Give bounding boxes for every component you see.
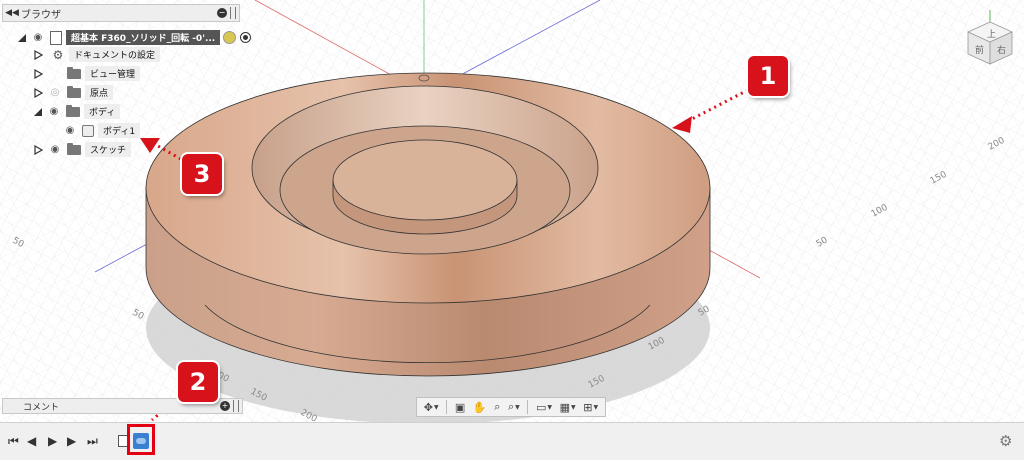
toolbar-separator (527, 400, 529, 414)
tree-item-bodies[interactable]: ◉ ボディ (30, 103, 121, 120)
viewports-icon[interactable]: ⊞ ▼ (583, 401, 598, 414)
view-cube[interactable]: 上 前 右 (960, 8, 1020, 68)
navigation-toolbar: ✥ ▼ ▣ ✋ ⌕ ⌕ ▼ ▭ ▼ ▦ ▼ ⊞ ▼ (416, 397, 606, 417)
expand-down-icon[interactable] (18, 33, 26, 42)
zoom-icon[interactable]: ⌕ (494, 400, 500, 414)
activate-radio-icon[interactable] (240, 32, 252, 43)
fit-icon[interactable]: ⌕ ▼ (508, 400, 520, 414)
step-forward-icon[interactable]: ▶ (67, 434, 76, 448)
highlight-box (127, 424, 155, 455)
expand-right-icon[interactable] (34, 49, 43, 60)
tree-root-component[interactable]: ◉ 超基本 F360_ソリッド_回転 -0'... (14, 29, 252, 46)
display-settings-icon[interactable]: ▭ ▼ (536, 401, 552, 414)
eye-icon[interactable]: ◉ (46, 106, 62, 117)
viewport-scene[interactable]: 200 150 100 50 50 50 100 150 200 50 100 … (0, 0, 1024, 422)
go-to-start-icon[interactable]: ⏮ (8, 434, 19, 448)
tree-item-body1[interactable]: ◉ ボディ1 (62, 122, 141, 139)
callout-badge-2: 2 (178, 362, 218, 402)
orbit-icon[interactable]: ✥ ▼ (424, 401, 439, 414)
pan-icon[interactable]: ✋ (473, 401, 487, 414)
grid-settings-icon[interactable]: ▦ ▼ (560, 401, 576, 414)
folder-icon (67, 85, 81, 98)
tree-item-label: ボディ (84, 104, 121, 119)
step-back-icon[interactable]: ◀ (27, 434, 36, 448)
folder-icon (67, 66, 81, 79)
tree-item-label: ボディ1 (98, 123, 141, 138)
browser-title: ブラウザ (21, 9, 61, 21)
tree-item-label: 原点 (85, 85, 114, 100)
viewcube-front-label[interactable]: 前 (975, 44, 984, 56)
gear-icon: ⚙ (52, 47, 64, 62)
tree-item-label: スケッチ (85, 142, 132, 157)
folder-icon (66, 104, 80, 117)
tree-item-document-settings[interactable]: ⚙ ドキュメントの設定 (30, 46, 161, 63)
eye-icon[interactable]: ◉ (47, 144, 63, 155)
viewcube-right-label[interactable]: 右 (997, 44, 1006, 56)
tree-item-view-management[interactable]: ビュー管理 (30, 65, 141, 82)
add-comment-icon[interactable]: + (220, 401, 230, 411)
expand-right-icon[interactable] (34, 68, 43, 79)
resize-handle[interactable] (230, 7, 236, 19)
tree-item-label: ビュー管理 (85, 66, 141, 81)
component-icon (50, 30, 62, 45)
double-chevron-left-icon[interactable]: ◀◀ (3, 8, 21, 18)
minimize-icon[interactable]: − (217, 8, 227, 18)
resize-handle[interactable] (233, 400, 239, 412)
gear-icon[interactable]: ⚙ (999, 432, 1012, 450)
play-icon[interactable]: ▶ (48, 434, 57, 448)
expand-down-icon[interactable] (34, 107, 42, 116)
look-at-icon[interactable]: ▣ (455, 401, 465, 414)
viewcube-top-label[interactable]: 上 (987, 29, 996, 40)
go-to-end-icon[interactable]: ⏭ (87, 434, 98, 448)
tree-item-label: ドキュメントの設定 (69, 47, 161, 62)
tree-item-sketches[interactable]: ◉ スケッチ (30, 141, 132, 158)
eye-icon[interactable]: ◉ (62, 125, 78, 136)
root-component-label: 超基本 F360_ソリッド_回転 -0'... (66, 30, 221, 45)
expand-right-icon[interactable] (34, 87, 43, 98)
callout-badge-1: 1 (748, 56, 788, 96)
expand-right-icon[interactable] (34, 144, 43, 155)
body-icon (82, 124, 94, 137)
version-icon[interactable] (223, 31, 237, 44)
eye-icon[interactable]: ◉ (30, 32, 46, 43)
eye-hidden-icon[interactable]: ◎ (47, 87, 63, 98)
center-disc-top (332, 139, 518, 221)
tree-item-origin[interactable]: ◎ 原点 (30, 84, 114, 101)
browser-panel-header[interactable]: ◀◀ ブラウザ − (2, 4, 240, 22)
callout-badge-3: 3 (182, 154, 222, 194)
canvas-viewport[interactable]: 200 150 100 50 50 50 100 150 200 50 100 … (0, 0, 1024, 422)
toolbar-separator (446, 400, 448, 414)
folder-icon (67, 142, 81, 155)
